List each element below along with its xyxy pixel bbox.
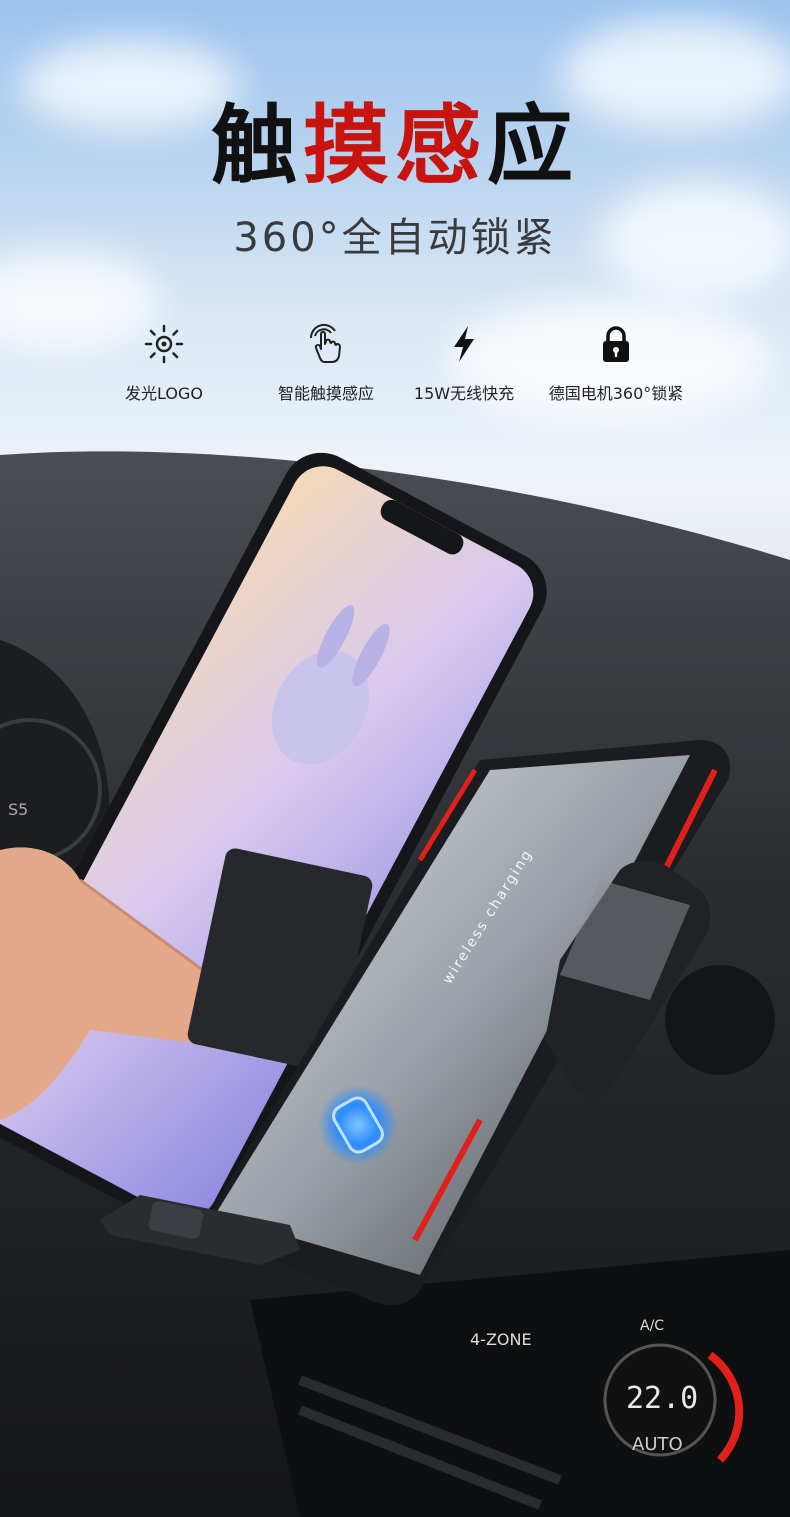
lock-icon bbox=[603, 326, 629, 362]
lightning-icon bbox=[454, 326, 474, 362]
feature-item-logo: 发光LOGO bbox=[74, 322, 254, 404]
feature-label: 德国电机360°锁紧 bbox=[548, 384, 684, 403]
climate-ac-label: A/C bbox=[640, 1318, 664, 1334]
feature-item-lock: 德国电机360°锁紧 bbox=[526, 322, 706, 404]
dash-gauge-label: S5 bbox=[8, 800, 28, 819]
title-char-1: 触 bbox=[211, 96, 303, 196]
climate-temp-display: 22.0 bbox=[626, 1381, 698, 1416]
sun-icon bbox=[144, 324, 184, 364]
product-scene: S5 4-ZONE A/C 22.0 AUTO wireless chargin… bbox=[0, 451, 790, 1517]
page-subtitle: 360°全自动锁紧 bbox=[233, 215, 557, 261]
page-title: 触摸感应 bbox=[0, 96, 790, 196]
climate-mode-label: AUTO bbox=[632, 1434, 683, 1455]
title-char-4: 应 bbox=[487, 96, 579, 196]
feature-list: 发光LOGO 智能触摸感应 15W无线快充 德国电机360°锁紧 bbox=[0, 322, 790, 412]
feature-label: 发光LOGO bbox=[125, 384, 203, 403]
climate-zone-label: 4-ZONE bbox=[470, 1330, 532, 1349]
title-char-3: 感 bbox=[395, 96, 487, 196]
title-char-2: 摸 bbox=[303, 96, 395, 196]
touch-hand-icon bbox=[309, 323, 341, 363]
